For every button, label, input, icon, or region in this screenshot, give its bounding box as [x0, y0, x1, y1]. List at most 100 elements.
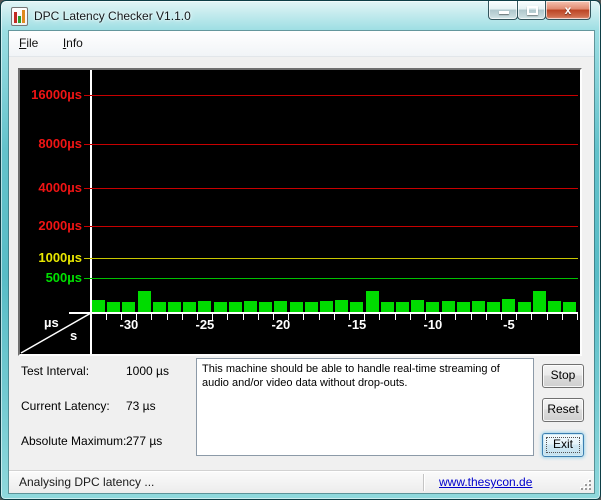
latency-bar — [229, 302, 242, 312]
absolute-maximum-value: 277 µs — [126, 434, 162, 448]
y-axis-tick-label: 2000µs — [20, 218, 82, 234]
threshold-line — [84, 144, 578, 145]
x-axis-tick-label: -5 — [492, 317, 526, 332]
x-axis-tick — [167, 314, 168, 320]
test-interval-label: Test Interval: — [21, 364, 89, 378]
status-pane-divider — [423, 474, 424, 491]
threshold-line — [84, 278, 578, 279]
x-axis-tick — [577, 314, 578, 320]
app-window: DPC Latency Checker V1.1.0 x File Info µ… — [0, 0, 601, 500]
latency-bar — [274, 301, 287, 312]
y-axis-tick-label: 16000µs — [20, 87, 82, 103]
x-axis-tick — [227, 314, 228, 320]
client-area: File Info µs s 16000µs 8000µs 4000µs 2000µs… — [9, 31, 594, 493]
x-axis-tick — [379, 314, 380, 320]
latency-bar — [472, 301, 485, 312]
y-axis-tick-label: 4000µs — [20, 180, 82, 196]
latency-bar — [305, 302, 318, 312]
latency-bar — [168, 302, 181, 312]
x-axis-tick-label: -30 — [112, 317, 146, 332]
x-axis-tick — [562, 314, 563, 320]
x-axis-tick — [486, 314, 487, 320]
latency-bar — [487, 302, 500, 312]
x-axis-tick-label: -10 — [416, 317, 450, 332]
latency-bar — [244, 301, 257, 312]
chart-plot: µs s 16000µs 8000µs 4000µs 2000µs 1000µs 500µ… — [20, 70, 580, 354]
analysis-message-box[interactable]: This machine should be able to handle re… — [196, 358, 534, 456]
latency-bar — [198, 301, 211, 312]
x-axis-tick — [547, 314, 548, 320]
x-axis-tick-label: -25 — [188, 317, 222, 332]
threshold-line — [84, 258, 578, 259]
x-axis-tick-label: -15 — [340, 317, 374, 332]
x-unit-label: s — [70, 328, 77, 343]
y-unit-label: µs — [44, 315, 59, 330]
icon-bar-orange — [22, 10, 25, 23]
x-axis-tick — [151, 314, 152, 320]
latency-bar — [563, 302, 576, 312]
website-link[interactable]: www.thesycon.de — [439, 475, 532, 489]
latency-bar — [122, 302, 135, 312]
latency-bar — [442, 301, 455, 312]
latency-bar — [350, 302, 363, 312]
icon-bar-red — [14, 12, 17, 23]
latency-bar — [153, 302, 166, 312]
latency-bar — [320, 301, 333, 312]
latency-bar — [259, 302, 272, 312]
x-axis-tick — [531, 314, 532, 320]
latency-bar — [396, 302, 409, 312]
stop-button[interactable]: Stop — [542, 364, 584, 388]
current-latency-value: 73 µs — [126, 399, 156, 413]
exit-button[interactable]: Exit — [542, 433, 584, 457]
y-axis-tick-label: 1000µs — [20, 250, 82, 266]
latency-bar — [548, 301, 561, 312]
latency-chart-frame: µs s 16000µs 8000µs 4000µs 2000µs 1000µs 500µ… — [18, 68, 582, 356]
menu-info[interactable]: Info — [53, 31, 93, 50]
title-bar[interactable]: DPC Latency Checker V1.1.0 x — [1, 1, 600, 31]
current-latency-label: Current Latency: — [21, 399, 110, 413]
latency-bar — [290, 302, 303, 312]
x-axis-tick — [258, 314, 259, 320]
latency-bar — [426, 302, 439, 312]
x-axis-tick-label: -20 — [264, 317, 298, 332]
y-axis-tick-label: 8000µs — [20, 136, 82, 152]
status-bar: Analysing DPC latency ... www.thesycon.d… — [9, 470, 594, 493]
x-axis-tick — [395, 314, 396, 320]
status-text: Analysing DPC latency ... — [19, 475, 154, 489]
latency-bar — [381, 302, 394, 312]
x-axis-tick — [106, 314, 107, 320]
absolute-maximum-label: Absolute Maximum: — [21, 434, 126, 448]
x-axis-tick — [334, 314, 335, 320]
latency-bar — [138, 291, 151, 312]
icon-bar-green — [18, 16, 21, 23]
threshold-line — [84, 188, 578, 189]
window-title: DPC Latency Checker V1.1.0 — [34, 9, 191, 23]
latency-bar — [214, 302, 227, 312]
y-axis-tick-label: 500µs — [20, 270, 82, 286]
latency-bar — [457, 302, 470, 312]
test-interval-value: 1000 µs — [126, 364, 169, 378]
maximize-button[interactable] — [517, 1, 546, 20]
minimize-button[interactable] — [488, 1, 518, 20]
maximize-icon — [527, 6, 538, 15]
reset-button[interactable]: Reset — [542, 398, 584, 422]
latency-bar — [366, 291, 379, 312]
close-button[interactable]: x — [545, 1, 591, 20]
x-axis-tick — [471, 314, 472, 320]
analysis-message-text: This machine should be able to handle re… — [202, 363, 500, 389]
latency-bar — [107, 302, 120, 312]
x-axis-tick — [319, 314, 320, 320]
latency-bar — [411, 300, 424, 312]
x-axis-tick — [455, 314, 456, 320]
latency-bar — [92, 300, 105, 312]
close-icon: x — [546, 3, 590, 17]
latency-bar — [335, 300, 348, 312]
latency-bar — [518, 302, 531, 312]
menu-bar: File Info — [9, 31, 594, 57]
threshold-line — [84, 226, 578, 227]
x-axis-tick — [182, 314, 183, 320]
resize-grip-icon[interactable] — [579, 478, 591, 490]
menu-file[interactable]: File — [9, 31, 48, 50]
x-axis-tick — [303, 314, 304, 320]
app-icon — [11, 7, 28, 26]
